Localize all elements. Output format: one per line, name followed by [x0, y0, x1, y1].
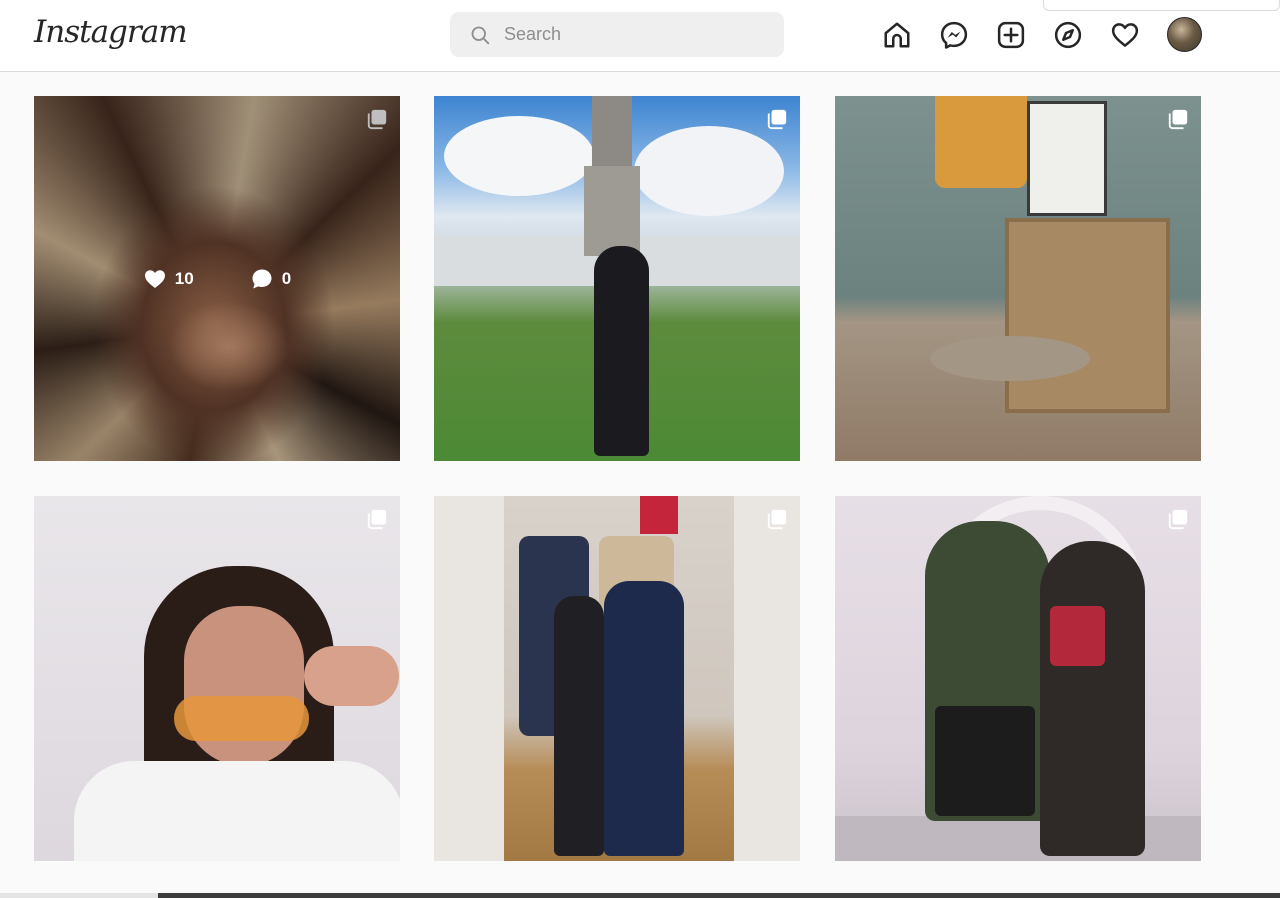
new-post-icon	[997, 21, 1025, 49]
activity-heart-icon	[1111, 23, 1139, 47]
photo-church-body	[584, 166, 640, 256]
post-tile[interactable]	[434, 496, 800, 861]
nav-icon-group	[880, 17, 1165, 53]
comment-bubble-icon	[252, 269, 272, 288]
photo-top	[1050, 606, 1105, 666]
photo-hand	[304, 646, 399, 706]
comments-stat: 0	[250, 267, 291, 291]
home-button[interactable]	[880, 18, 914, 52]
new-post-button[interactable]	[994, 18, 1028, 52]
multiple-photos-icon	[1168, 509, 1188, 530]
multiple-photos-icon	[767, 109, 787, 130]
search-icon	[471, 26, 490, 44]
explore-icon	[1054, 21, 1082, 49]
photo-person	[604, 581, 684, 856]
photo-person	[554, 596, 604, 856]
likes-count: 10	[174, 268, 194, 288]
post-tile[interactable]	[835, 496, 1201, 861]
multiple-photos-icon	[367, 509, 387, 530]
explore-button[interactable]	[1051, 18, 1085, 52]
activity-button[interactable]	[1108, 18, 1142, 52]
horizontal-scrollbar[interactable]	[0, 893, 1280, 898]
photo-face	[184, 606, 304, 766]
photo-wall	[734, 496, 800, 861]
comments-count: 0	[281, 268, 292, 288]
photo-person	[594, 246, 649, 456]
post-hover-overlay: 10 0	[34, 96, 400, 461]
heart-filled-icon	[144, 269, 165, 288]
photo-sale-sign	[640, 496, 678, 534]
multiple-photos-icon	[1168, 109, 1188, 130]
photo-wall	[434, 496, 504, 861]
photo-cloud	[444, 116, 594, 196]
home-icon	[884, 22, 910, 48]
photo-floor	[835, 816, 1201, 861]
post-tile[interactable]	[434, 96, 800, 461]
post-tile[interactable]: 10 0	[34, 96, 400, 461]
photo-frame	[1027, 101, 1107, 216]
photo-cloud	[634, 126, 784, 216]
post-tile[interactable]	[835, 96, 1201, 461]
avatar[interactable]	[1167, 17, 1202, 52]
likes-stat: 10	[143, 267, 194, 291]
multiple-photos-icon	[767, 509, 787, 530]
photo-person	[1040, 541, 1145, 856]
post-tile[interactable]	[34, 496, 400, 861]
photo-lamp	[935, 96, 1027, 188]
photo-table	[930, 336, 1090, 381]
dropdown-popup-edge	[1043, 0, 1280, 11]
photo-shelf	[1005, 218, 1170, 413]
photo-shorts	[935, 706, 1035, 816]
instagram-logo[interactable]: Instagram	[34, 14, 188, 50]
search-bar[interactable]	[450, 12, 784, 57]
messenger-icon	[940, 21, 968, 49]
photo-shirt	[74, 761, 400, 861]
photo-sunglasses	[174, 696, 309, 741]
messenger-button[interactable]	[937, 18, 971, 52]
search-input[interactable]	[504, 24, 764, 45]
scrollbar-thumb[interactable]	[158, 893, 1280, 898]
